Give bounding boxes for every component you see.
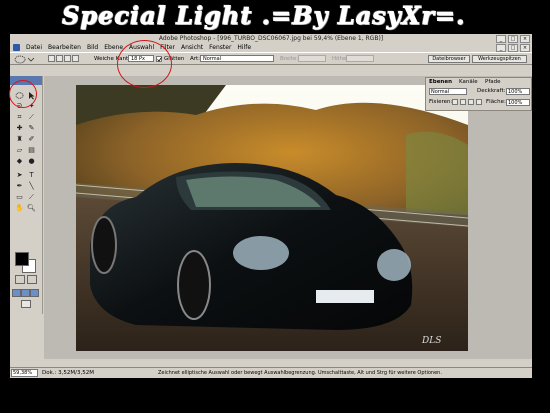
history-brush-icon[interactable]: ✐ [27,135,36,144]
healing-brush-icon[interactable]: ✚ [15,124,24,133]
menu-ansicht[interactable]: Ansicht [181,44,203,51]
type-icon[interactable]: T [27,171,36,180]
path-selection-icon[interactable]: ➤ [15,171,24,180]
photo-watermark: DLS [421,336,441,346]
elliptical-marquee-preset-icon[interactable] [13,55,35,64]
style-select[interactable]: Normal [200,55,274,62]
tab-layers[interactable]: Ebenen [429,79,452,85]
menu-ebene[interactable]: Ebene [104,44,123,51]
doc-close-button[interactable]: × [520,43,530,52]
document-photo[interactable]: DLS [76,85,468,351]
notes-icon[interactable]: ▭ [15,193,24,202]
quick-mask-icon[interactable] [27,275,37,284]
brush-icon[interactable]: ✎ [27,124,36,133]
menu-bearbeiten[interactable]: Bearbeiten [48,44,81,51]
gradient-icon[interactable]: ▤ [27,146,36,155]
banner-title: Special Light .=By LasyXr=. [61,1,466,31]
slice-icon[interactable]: ⟋ [27,113,36,122]
new-selection-icon[interactable] [48,55,55,62]
minimize-button[interactable]: _ [496,35,506,43]
lock-position-icon[interactable] [468,99,474,105]
tool-presets-tab[interactable]: Werkzeugspitzen [472,55,527,63]
lock-all-icon[interactable] [476,99,482,105]
add-to-selection-icon[interactable] [56,55,63,62]
menu-hilfe[interactable]: Hilfe [237,44,251,51]
window-controls: _ □ × [496,35,530,43]
photoshop-window: Adobe Photoshop - [996_TURBO_DSC06067.jp… [10,34,532,378]
shape-icon[interactable]: ╲ [27,182,36,191]
crop-icon[interactable]: ⌗ [15,113,24,122]
feather-highlight-circle [117,40,172,88]
doc-maximize-button[interactable]: □ [508,43,518,52]
blur-icon[interactable]: ◆ [15,157,24,166]
imageready-icon[interactable] [21,300,31,308]
file-browser-tab[interactable]: Dateibrowser [428,55,470,63]
clone-stamp-icon[interactable]: ♜ [15,135,24,144]
intersect-selection-icon[interactable] [72,55,79,62]
status-bar: 59,38% Dok.: 3,52M/3,52M Zeichnet ellipt… [10,367,532,378]
marquee-tool-highlight-circle [9,80,37,108]
menu-datei[interactable]: Datei [26,44,42,51]
subtract-selection-icon[interactable] [64,55,71,62]
maximize-button[interactable]: □ [508,35,518,43]
layers-panel: Ebenen Kanäle Pfade Normal Deckkraft: 10… [425,77,532,111]
style-label: Art: [190,56,201,62]
width-label: Breite: [280,56,299,62]
dodge-icon[interactable]: ● [27,157,36,166]
menu-fenster[interactable]: Fenster [209,44,231,51]
lock-image-icon[interactable] [460,99,466,105]
screen-mode-menu-icon[interactable] [21,289,30,297]
document-controls: _ □ × [496,43,532,52]
fill-input[interactable]: 100% [506,99,530,106]
height-input[interactable] [346,55,374,62]
tutorial-banner: Special Light .=By LasyXr=. [0,0,550,34]
document-size: Dok.: 3,52M/3,52M [42,370,94,376]
options-bar: Weiche Kante: 18 Px Glätten Art: Normal … [10,52,532,65]
eraser-icon[interactable]: ▱ [15,146,24,155]
screen-mode-standard-icon[interactable] [12,289,21,297]
pen-icon[interactable]: ✒ [15,182,24,191]
lock-transparency-icon[interactable] [452,99,458,105]
eyedropper-icon[interactable]: ⟋ [27,193,36,202]
title-bar: Adobe Photoshop - [996_TURBO_DSC06067.jp… [10,34,532,43]
opacity-input[interactable]: 100% [506,88,530,95]
lock-label: Fixieren: [429,99,453,105]
zoom-icon[interactable]: 🔍︎ [27,204,36,213]
tab-paths[interactable]: Pfade [485,79,501,85]
screen-mode-full-icon[interactable] [30,289,39,297]
menu-bild[interactable]: Bild [87,44,98,51]
zoom-field[interactable]: 59,38% [11,369,38,377]
menu-bar: Datei Bearbeiten Bild Ebene Auswahl Filt… [10,43,532,52]
blend-mode-select[interactable]: Normal [429,88,467,95]
standard-mode-icon[interactable] [15,275,25,284]
photoshop-logo-icon [13,44,20,51]
tab-channels[interactable]: Kanäle [459,79,478,85]
width-input[interactable] [298,55,326,62]
close-button[interactable]: × [520,35,530,43]
toolbox: ᘐ ✦ ⌗ ⟋ ✚ ✎ ♜ ✐ ▱ ▤ ◆ ● ➤ T ✒ ╲ ▭ ⟋ ✋ 🔍︎ [10,76,43,314]
window-title: Adobe Photoshop - [996_TURBO_DSC06067.jp… [158,35,384,42]
foreground-color-swatch[interactable] [15,252,29,266]
opacity-label: Deckkraft: [477,88,506,94]
doc-minimize-button[interactable]: _ [496,43,506,52]
hand-icon[interactable]: ✋ [15,204,24,213]
status-hint: Zeichnet elliptische Auswahl oder bewegt… [158,370,442,376]
fill-label: Fläche: [486,99,506,105]
